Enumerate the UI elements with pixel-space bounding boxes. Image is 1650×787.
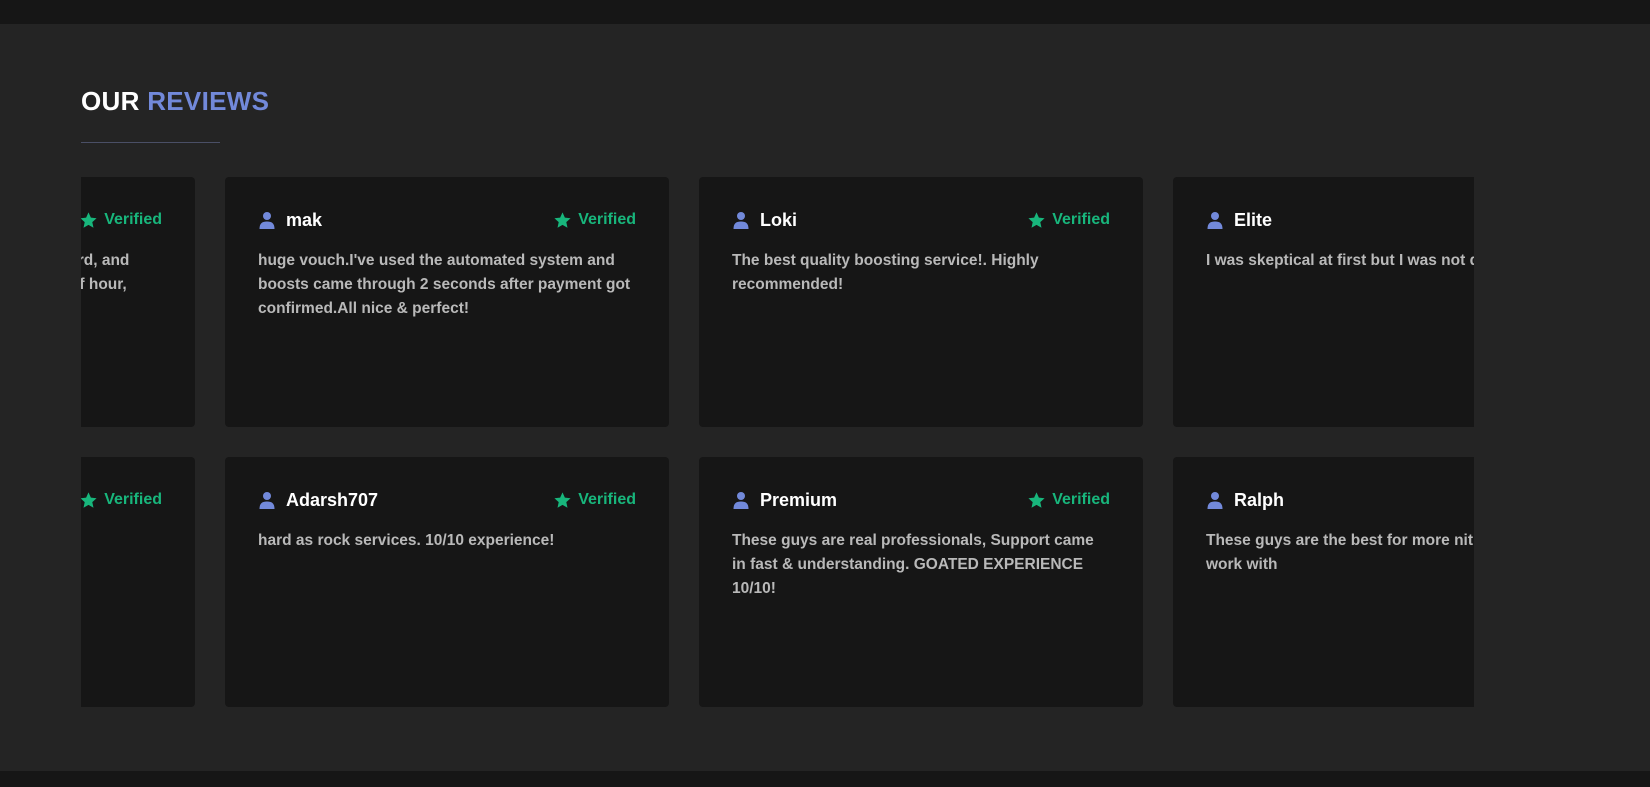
verified-badge: Verified [1027,211,1110,230]
review-card-content: Adarsh707 Verified hard as rock services. … [258,487,636,553]
user-icon [258,211,276,229]
star-icon [1027,491,1046,510]
review-header: onVerified [81,207,162,233]
verified-label: Verified [578,211,636,228]
review-card: Loki Verified The best quality boosting se… [699,177,1143,427]
top-bar [0,0,1650,24]
review-text: The best quality boosting service!. High… [732,252,1039,293]
user-icon [1206,491,1224,509]
reviews-section: OUR REVIEWS onVerified ear of nitro, enti… [0,24,1650,771]
review-header: Premium Verified [732,487,1110,513]
review-card-content: EliteVerified I was skeptical at first bu… [1206,207,1474,273]
reviews-carousel[interactable]: onVerified ear of nitro, entire process w… [81,177,1474,732]
section-title-part2: REVIEWS [147,86,270,116]
verified-label: Verified [1052,491,1110,508]
review-card-content: onVerified ear of nitro, entire process w… [81,207,162,321]
review-card-content: RalphVerified These guys are the best for… [1206,487,1474,577]
verified-label: Verified [104,211,162,228]
verified-badge: Verified [553,491,636,510]
review-card: Premium Verified These guys are real profe… [699,457,1143,707]
user-icon [732,211,750,229]
reviewer: Elite [1206,210,1272,231]
reviewer: Premium [732,490,837,511]
reviewer-name: Ralph [1234,489,1285,510]
reviewer-name: Elite [1234,209,1273,230]
verified-label: Verified [104,491,162,508]
reviewer-name: Premium [760,489,838,510]
reviewer: Loki [732,210,797,231]
section-title: OUR REVIEWS [81,86,269,117]
reviewer-name: Adarsh707 [286,489,379,510]
verified-badge: Verified [81,211,162,230]
reviews-row-1: onVerified ear of nitro, entire process w… [81,177,1474,427]
review-card-content: Premium Verified These guys are real profe… [732,487,1110,601]
review-text: hard as rock services. 10/10 experience! [258,532,555,549]
user-icon [1206,211,1224,229]
review-header: RalphVerified [1206,487,1474,513]
verified-badge: Verified [1027,491,1110,510]
reviewer-name: Loki [760,209,798,230]
reviewer: Adarsh707 [258,490,378,511]
bottom-bar [0,771,1650,787]
review-card-content: keVerified oking to take your Discord ser… [81,487,162,577]
review-card: mak Verified huge vouch.I've used the auto… [225,177,669,427]
star-icon [553,211,572,230]
user-icon [258,491,276,509]
review-text: ear of nitro, entire process was ht forw… [81,252,130,293]
reviews-row-2: keVerified oking to take your Discord ser… [81,457,1474,707]
review-header: mak Verified [258,207,636,233]
review-text: I was skeptical at first but I was not d… [1206,252,1474,269]
review-header: Loki Verified [732,207,1110,233]
review-card: onVerified ear of nitro, entire process w… [81,177,195,427]
review-text: These guys are the best for more nitros.… [1206,532,1474,573]
star-icon [553,491,572,510]
verified-label: Verified [578,491,636,508]
review-text: These guys are real professionals, Suppo… [732,532,1094,597]
section-title-part1: OUR [81,86,148,116]
review-card: Adarsh707 Verified hard as rock services. … [225,457,669,707]
verified-badge: Verified [81,491,162,510]
verified-label: Verified [1052,211,1110,228]
review-card-content: mak Verified huge vouch.I've used the auto… [258,207,636,321]
review-text: oking to take your Discord server level,… [81,529,162,577]
reviewer-name: mak [286,209,323,230]
review-card: keVerified oking to take your Discord ser… [81,457,195,707]
review-header: Adarsh707 Verified [258,487,636,513]
review-text: huge vouch.I've used the automated syste… [258,252,631,317]
review-card-content: Loki Verified The best quality boosting se… [732,207,1110,297]
star-icon [1027,211,1046,230]
review-header: EliteVerified [1206,207,1474,233]
review-card: EliteVerified I was skeptical at first bu… [1173,177,1474,427]
title-underline [81,142,220,143]
user-icon [732,491,750,509]
review-card: RalphVerified These guys are the best for… [1173,457,1474,707]
verified-badge: Verified [553,211,636,230]
review-header: keVerified [81,487,162,513]
reviewer: mak [258,210,322,231]
reviewer: Ralph [1206,490,1284,511]
star-icon [81,491,98,510]
star-icon [81,211,98,230]
